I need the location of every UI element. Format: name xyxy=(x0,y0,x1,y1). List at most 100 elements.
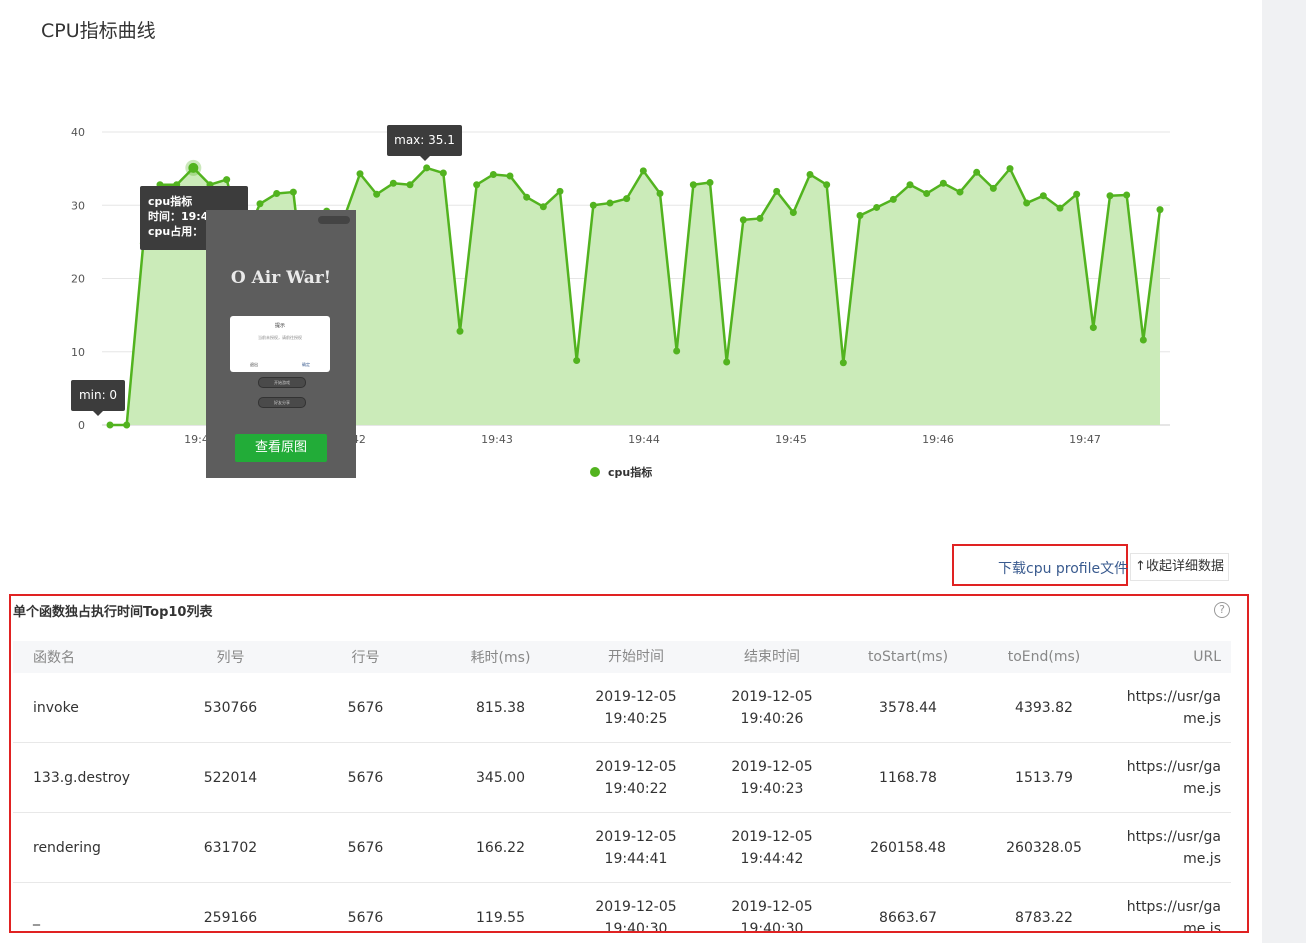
chart-legend: cpu指标 xyxy=(590,465,652,479)
y-tick-label: 0 xyxy=(78,419,85,432)
cell-end-time: 2019-12-05 19:40:23 xyxy=(731,758,813,797)
data-point xyxy=(1073,190,1081,198)
data-point xyxy=(106,421,114,429)
x-tick-label: 19:44 xyxy=(628,433,660,446)
legend-marker xyxy=(590,467,600,477)
table-header-row: 函数名 列号 行号 耗时(ms) 开始时间 结束时间 toStart(ms) t… xyxy=(13,641,1231,673)
data-point xyxy=(523,193,531,201)
data-point xyxy=(639,167,647,175)
data-point xyxy=(756,214,764,222)
cell-duration: 166.22 xyxy=(476,839,525,856)
data-point xyxy=(1106,192,1114,200)
cell-line-no: 5676 xyxy=(347,909,384,926)
data-point xyxy=(706,179,714,187)
cell-function-name: rendering xyxy=(33,839,101,856)
thumbnail-capsule xyxy=(318,216,350,224)
thumbnail-dialog: 提示 当前未授权，请前往授权 退出 确定 xyxy=(230,316,330,372)
data-point xyxy=(856,212,864,220)
cell-end-time: 2019-12-05 19:40:26 xyxy=(731,688,813,727)
cell-url: https://usr/game.js xyxy=(1126,688,1221,727)
data-point xyxy=(356,170,364,178)
data-point xyxy=(423,164,431,172)
y-tick-label: 10 xyxy=(71,346,85,359)
min-label: min: 0 xyxy=(71,380,125,416)
table-title: 单个函数独占执行时间Top10列表 xyxy=(13,605,213,620)
cell-column-no: 522014 xyxy=(203,769,258,786)
data-point xyxy=(839,359,847,367)
cell-duration: 815.38 xyxy=(476,699,525,716)
data-point xyxy=(973,168,981,176)
data-point xyxy=(273,190,281,198)
cell-line-no: 5676 xyxy=(347,699,384,716)
cell-start-time: 2019-12-05 19:40:25 xyxy=(595,688,677,727)
data-point xyxy=(456,327,464,335)
data-point xyxy=(489,170,497,178)
data-point xyxy=(956,188,964,196)
y-tick-label: 30 xyxy=(71,199,85,212)
top10-table-panel: 单个函数独占执行时间Top10列表 ? 函数名 列号 行号 耗时(ms) 开始时… xyxy=(9,594,1249,933)
cell-to-start: 1168.78 xyxy=(879,769,937,786)
cell-start-time: 2019-12-05 19:44:41 xyxy=(595,828,677,867)
cell-url: https://usr/game.js xyxy=(1126,758,1221,797)
data-point xyxy=(389,179,397,187)
cell-start-time: 2019-12-05 19:40:22 xyxy=(595,758,677,797)
data-point xyxy=(539,203,547,211)
thumbnail-game-title: O Air War! xyxy=(230,268,332,288)
data-point xyxy=(923,190,931,198)
thumbnail-dialog-title: 提示 xyxy=(274,323,285,329)
data-point xyxy=(1139,336,1147,344)
min-label-text: min: 0 xyxy=(78,388,118,402)
data-point xyxy=(939,179,947,187)
data-point xyxy=(506,172,514,180)
cell-column-no: 530766 xyxy=(203,699,258,716)
min-label-arrow xyxy=(93,411,103,416)
data-point xyxy=(739,216,747,224)
data-point xyxy=(1123,191,1131,199)
data-point xyxy=(473,181,481,189)
cell-to-start: 3578.44 xyxy=(879,699,937,716)
header-end-time: 结束时间 xyxy=(744,649,800,665)
header-column-no: 列号 xyxy=(216,650,245,666)
view-original-button[interactable]: 查看原图 xyxy=(235,434,327,462)
thumbnail-dialog-ok: 确定 xyxy=(302,362,310,367)
table-row: invoke 530766 5676 815.38 2019-12-05 19:… xyxy=(13,673,1231,743)
max-label-arrow xyxy=(419,156,430,161)
cell-column-no: 259166 xyxy=(203,909,258,926)
data-point xyxy=(1023,199,1031,207)
cell-start-time: 2019-12-05 19:40:30 xyxy=(595,898,677,933)
data-point xyxy=(823,181,831,189)
cell-end-time: 2019-12-05 19:44:42 xyxy=(731,828,813,867)
x-tick-label: 19:46 xyxy=(922,433,954,446)
data-point xyxy=(556,187,564,195)
header-line-no: 行号 xyxy=(351,650,380,666)
data-point xyxy=(1039,192,1047,200)
collapse-details-button[interactable]: ↑收起详细数据 xyxy=(1130,553,1229,581)
max-label: max: 35.1 xyxy=(387,125,462,161)
cell-to-start: 260158.48 xyxy=(870,839,946,856)
help-icon[interactable]: ? xyxy=(1214,602,1230,618)
cell-duration: 345.00 xyxy=(476,769,525,786)
header-start-time: 开始时间 xyxy=(608,649,664,665)
cell-to-end: 4393.82 xyxy=(1015,699,1073,716)
table-row: _ 259166 5676 119.55 2019-12-05 19:40:30… xyxy=(13,883,1231,933)
cell-line-no: 5676 xyxy=(347,839,384,856)
cell-column-no: 631702 xyxy=(203,839,258,856)
data-point xyxy=(673,347,681,355)
data-point xyxy=(573,357,581,365)
thumbnail-dialog-exit: 退出 xyxy=(250,362,258,367)
data-point xyxy=(889,195,897,203)
x-tick-label: 19:43 xyxy=(481,433,513,446)
screenshot-thumbnail[interactable]: O Air War! 提示 当前未授权，请前往授权 退出 确定 开始游戏 好友分… xyxy=(206,210,356,478)
data-point xyxy=(289,188,297,196)
cell-url: https://usr/game.js xyxy=(1126,828,1221,867)
data-point xyxy=(256,200,264,208)
data-point xyxy=(723,358,731,366)
data-point xyxy=(906,181,914,189)
thumbnail-dialog-body: 当前未授权，请前往授权 xyxy=(258,335,302,340)
thumbnail-pill-share: 好友分享 xyxy=(258,397,306,408)
y-tick-label: 20 xyxy=(71,273,85,286)
data-point xyxy=(406,181,414,189)
x-tick-label: 19:47 xyxy=(1069,433,1101,446)
data-point xyxy=(789,209,797,217)
download-cpu-profile-link[interactable]: 下载cpu profile文件 xyxy=(998,558,1128,578)
